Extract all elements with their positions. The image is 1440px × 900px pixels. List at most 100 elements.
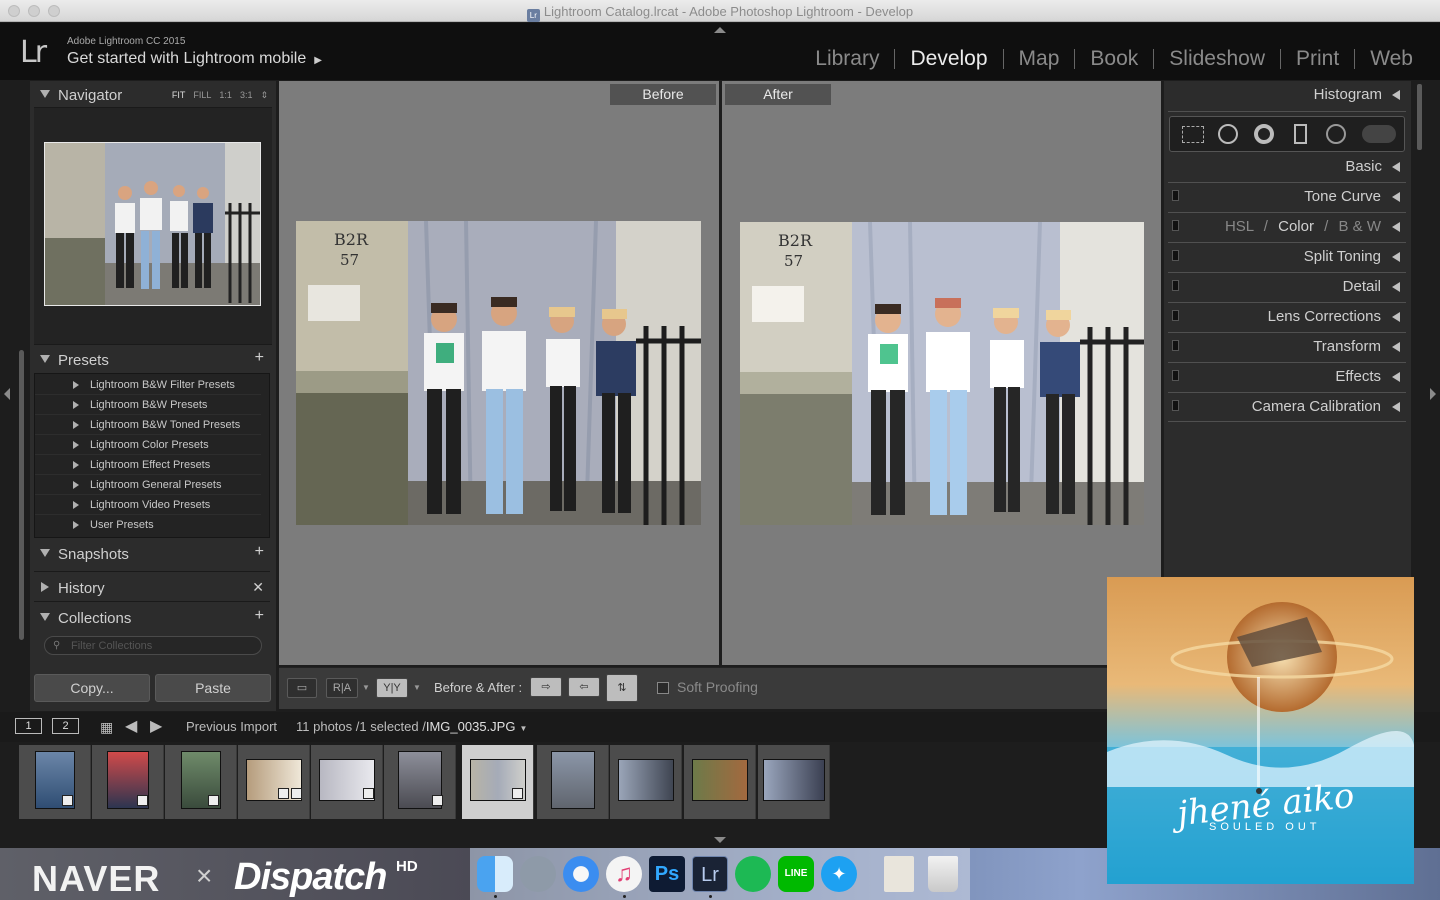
back-arrow-icon[interactable]: ◀ [125,716,137,736]
preset-folder[interactable]: Lightroom Video Presets [35,495,261,515]
red-eye-tool-icon[interactable] [1254,124,1274,144]
twitter-icon[interactable]: ✦ [821,856,857,892]
trash-icon[interactable] [928,856,958,892]
main-window-button[interactable]: 1 [15,718,42,734]
module-develop[interactable]: Develop [895,48,1002,70]
collections-header[interactable]: Collections + [36,607,270,631]
zoom-3-1[interactable]: 3:1 [240,90,253,101]
camera-calibration-toggle[interactable] [1172,400,1179,411]
histogram-header[interactable]: Histogram [1314,86,1382,103]
after-photo[interactable]: B2R 57 [740,222,1144,525]
filename-dropdown-icon[interactable]: ▼ [519,724,527,733]
before-photo[interactable]: B2R 57 [296,221,701,525]
tone-curve-collapse-icon[interactable] [1392,192,1400,202]
module-web[interactable]: Web [1355,48,1428,70]
add-preset-icon[interactable]: + [255,349,264,367]
hsl-header[interactable]: HSL / Color / B & W [1225,218,1381,235]
crop-tool-icon[interactable] [1182,126,1204,143]
mobile-prompt[interactable]: Get started with Lightroom mobile ▶ [67,50,322,68]
effects-header[interactable]: Effects [1335,368,1381,385]
right-panel-scrollbar[interactable] [1417,84,1422,150]
zoom-fit[interactable]: FIT [172,90,186,101]
module-print[interactable]: Print [1281,48,1354,70]
collapse-top-icon[interactable] [714,27,726,33]
module-library[interactable]: Library [800,48,894,70]
add-snapshot-icon[interactable]: + [255,543,264,561]
detail-toggle[interactable] [1172,280,1179,291]
split-toning-collapse-icon[interactable] [1392,252,1400,262]
launchpad-icon[interactable] [520,856,556,892]
filmstrip-cell[interactable] [384,745,456,819]
zoom-fill[interactable]: FILL [193,90,211,101]
filmstrip-cell[interactable] [758,745,830,819]
safari-icon[interactable] [563,856,599,892]
documents-folder-icon[interactable] [884,856,914,892]
spotify-icon[interactable] [735,856,771,892]
camera-calibration-header[interactable]: Camera Calibration [1252,398,1381,415]
camera-calibration-collapse-icon[interactable] [1392,402,1400,412]
before-after-lr-button[interactable]: R|A [326,678,358,698]
transform-toggle[interactable] [1172,340,1179,351]
hsl-toggle[interactable] [1172,220,1179,231]
presets-header[interactable]: Presets + [36,349,270,373]
detail-header[interactable]: Detail [1343,278,1381,295]
basic-header[interactable]: Basic [1345,158,1382,175]
histogram-collapse-icon[interactable] [1392,90,1400,100]
collapse-right-icon[interactable] [1430,388,1436,400]
itunes-icon[interactable]: ♫ [606,856,642,892]
filmstrip-cell[interactable] [19,745,91,819]
module-book[interactable]: Book [1075,48,1153,70]
copy-button[interactable]: Copy... [34,674,150,702]
secondary-window-button[interactable]: 2 [52,718,79,734]
copy-after-to-before-icon[interactable]: ⇦ [568,677,600,697]
bw-tab[interactable]: B & W [1338,218,1381,235]
filmstrip-source[interactable]: Previous Import [186,719,277,734]
navigator-header[interactable]: Navigator FIT FILL 1:1 3:1 ⇕ [36,84,270,108]
clear-history-icon[interactable]: ✕ [252,579,264,596]
finder-icon[interactable] [477,856,513,892]
basic-collapse-icon[interactable] [1392,162,1400,172]
lens-corrections-collapse-icon[interactable] [1392,312,1400,322]
navigator-thumbnail[interactable] [44,142,261,306]
lens-corrections-toggle[interactable] [1172,310,1179,321]
split-toning-toggle[interactable] [1172,250,1179,261]
soft-proofing-checkbox[interactable] [657,682,669,694]
hsl-collapse-icon[interactable] [1392,222,1400,232]
filmstrip-status[interactable]: 11 photos /1 selected /IMG_0035.JPG ▼ [296,719,527,734]
loupe-view-button[interactable]: ▭ [287,678,317,698]
preset-folder[interactable]: Lightroom Effect Presets [35,455,261,475]
line-icon[interactable]: LINE [778,856,814,892]
filmstrip-cell[interactable] [537,745,609,819]
preset-folder[interactable]: Lightroom Color Presets [35,435,261,455]
snapshots-header[interactable]: Snapshots + [36,543,270,567]
adjustment-brush-icon[interactable] [1362,125,1396,143]
transform-header[interactable]: Transform [1313,338,1381,355]
zoom-dropdown-icon[interactable]: ⇕ [260,90,268,101]
preset-folder[interactable]: Lightroom General Presets [35,475,261,495]
forward-arrow-icon[interactable]: ▶ [150,716,162,736]
paste-button[interactable]: Paste [155,674,271,702]
filmstrip-cell[interactable] [684,745,756,819]
preset-folder[interactable]: User Presets [35,515,261,535]
effects-toggle[interactable] [1172,370,1179,381]
filmstrip-cell[interactable] [238,745,310,819]
photoshop-icon[interactable]: Ps [649,856,685,892]
filmstrip-cell[interactable] [92,745,164,819]
module-map[interactable]: Map [1004,48,1075,70]
preset-folder[interactable]: Lightroom B&W Filter Presets [35,375,261,395]
ra-dropdown-icon[interactable]: ▼ [362,683,370,692]
spot-removal-tool-icon[interactable] [1218,124,1238,144]
collapse-bottom-icon[interactable] [714,837,726,843]
collapse-left-icon[interactable] [4,388,10,400]
swap-before-after-icon[interactable]: ⇅ [606,674,638,702]
detail-collapse-icon[interactable] [1392,282,1400,292]
album-art-overlay[interactable]: jhené aiko SOULED OUT [1107,577,1414,884]
history-header[interactable]: History ✕ [36,577,270,601]
lightroom-icon[interactable]: Lr [692,856,728,892]
radial-filter-icon[interactable] [1326,124,1346,144]
preset-folder[interactable]: Lightroom B&W Presets [35,395,261,415]
yy-dropdown-icon[interactable]: ▼ [413,683,421,692]
filmstrip-cell[interactable] [311,745,383,819]
hsl-tab[interactable]: HSL [1225,218,1254,235]
zoom-1-1[interactable]: 1:1 [219,90,232,101]
